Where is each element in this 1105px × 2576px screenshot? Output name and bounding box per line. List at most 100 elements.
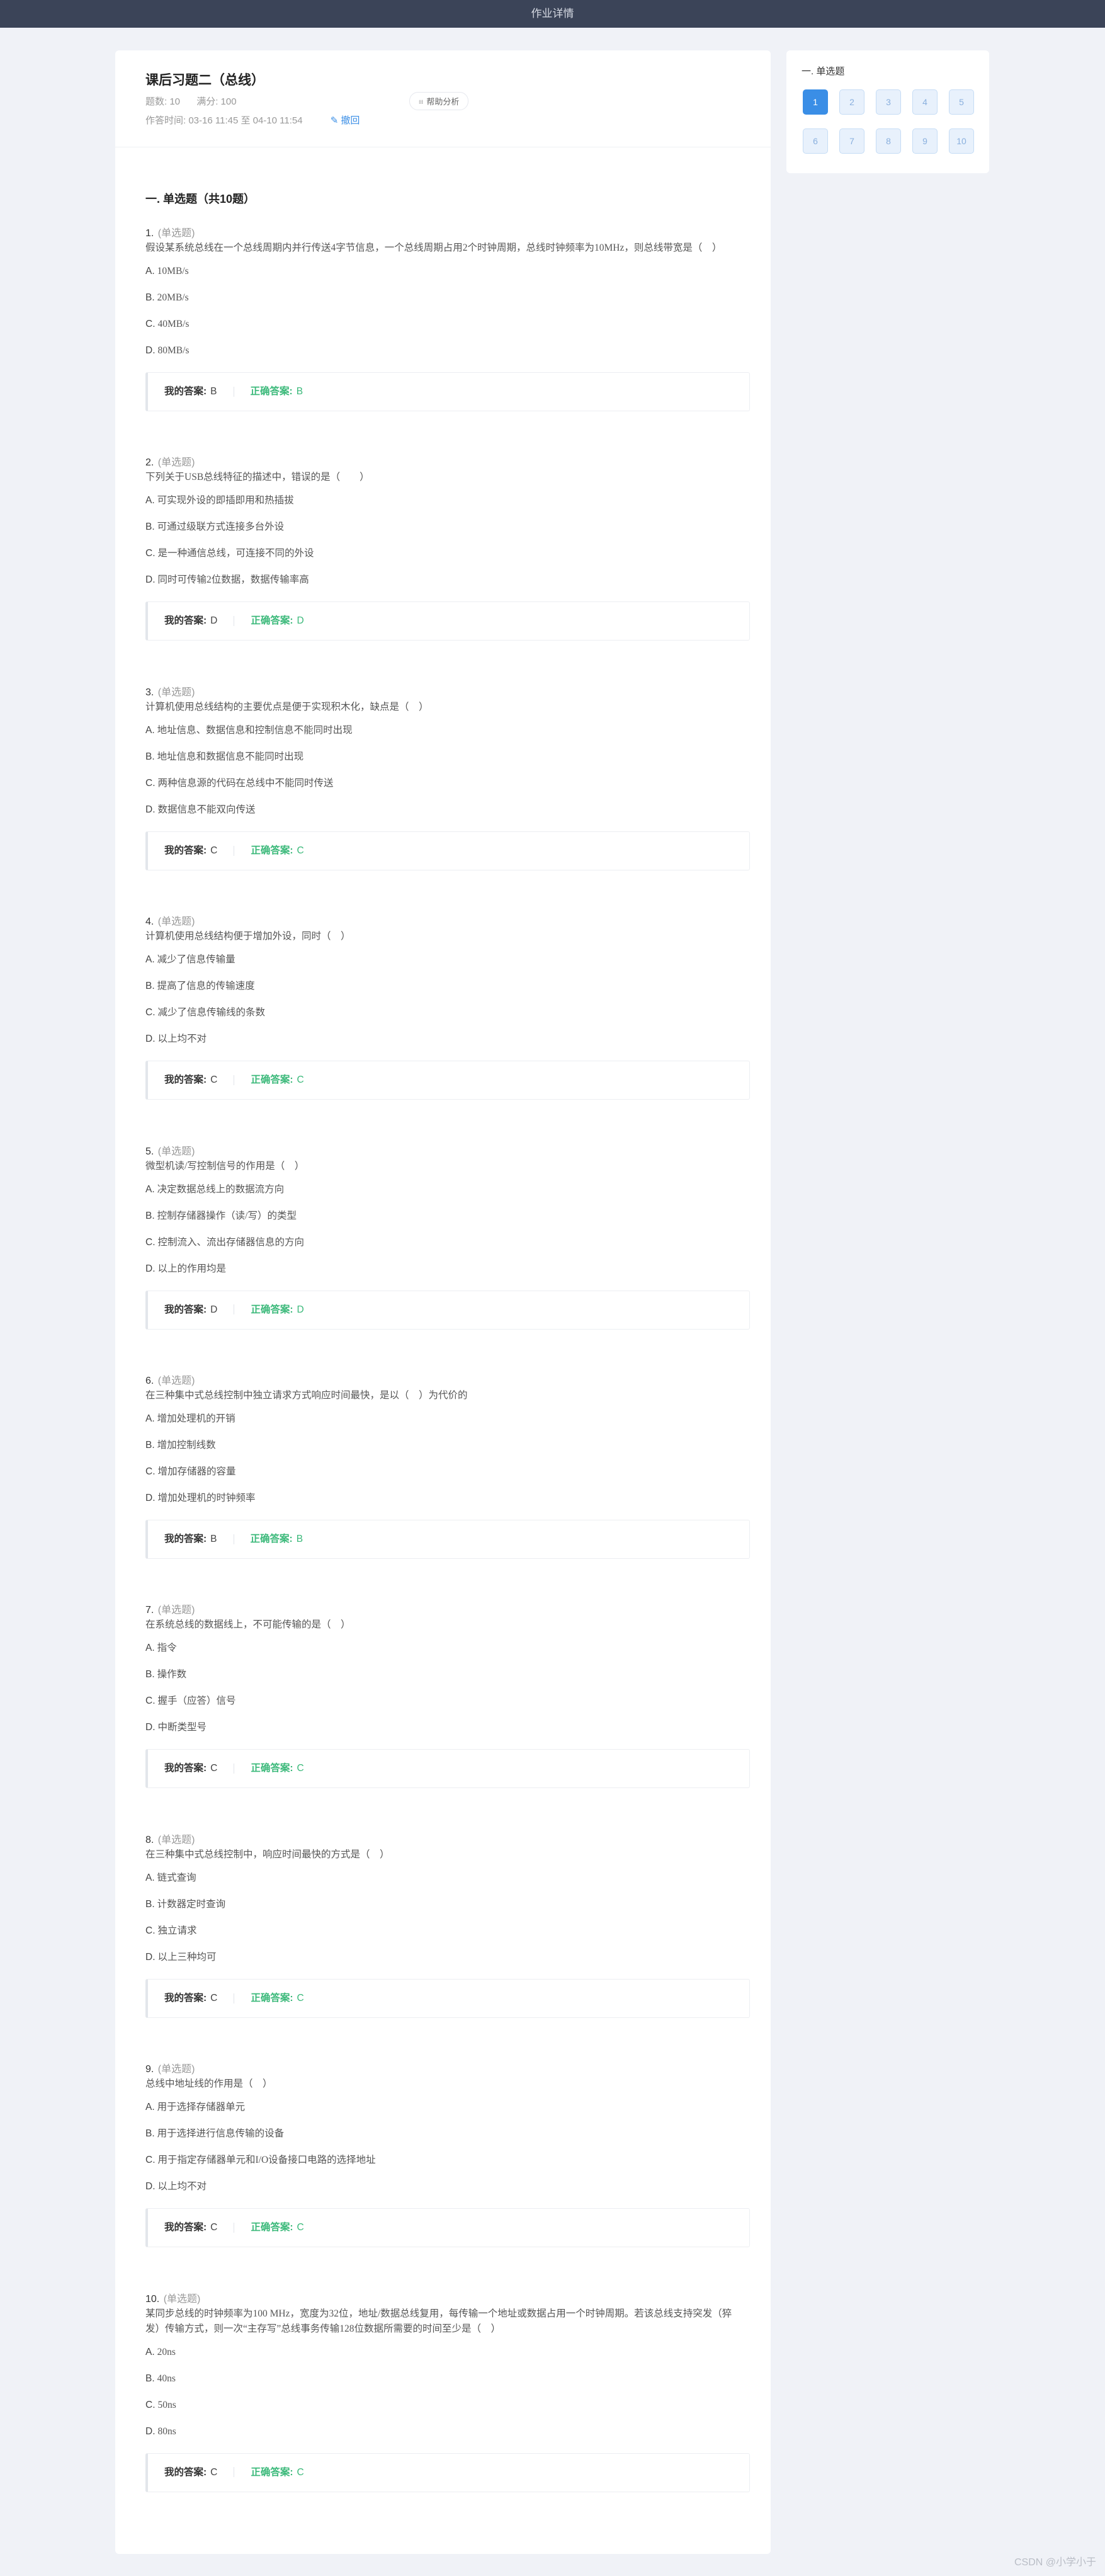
option-text: 增加处理机的时钟频率 xyxy=(157,1492,256,1503)
option-text: 减少了信息传输线的条数 xyxy=(157,1007,266,1018)
answer-box: 我的答案: C 正确答案: C xyxy=(145,1978,750,2018)
question-nav-button[interactable]: 6 xyxy=(803,128,828,154)
option-text: 独立请求 xyxy=(157,1925,197,1936)
option-list: A. 链式查询 B. 计数器定时查询 C. 独立请求 D. 以上三种均可 xyxy=(145,1871,745,1977)
question-type: (单选题) xyxy=(157,687,195,698)
question-item: 6. (单选题) 在三种集中式总线控制中独立请求方式响应时间最快，是以（ ）为代价… xyxy=(145,1374,750,1604)
question-head: 4. (单选题) xyxy=(145,915,745,929)
option-text: 40ns xyxy=(157,2373,176,2384)
question-type: (单选题) xyxy=(157,1146,195,1157)
question-nav-button[interactable]: 4 xyxy=(912,89,938,115)
question-nav-button[interactable]: 8 xyxy=(876,128,901,154)
correct-answer-value: B xyxy=(296,386,303,397)
correct-answer-label: 正确答案: xyxy=(251,615,293,627)
question-head: 2. (单选题) xyxy=(145,456,745,470)
question-head: 3. (单选题) xyxy=(145,686,745,700)
option-item: B. 增加控制线数 xyxy=(145,1439,745,1465)
option-item: A. 减少了信息传输量 xyxy=(145,953,745,979)
answer-box: 我的答案: C 正确答案: C xyxy=(145,1061,750,1100)
correct-answer-label: 正确答案: xyxy=(250,1533,293,1544)
section-title: 一. 单选题（共10题） xyxy=(145,193,256,205)
option-item: A. 可实现外设的即插即用和热插拔 xyxy=(145,494,745,520)
option-text: 用于指定存储器单元和I/O设备接口电路的选择地址 xyxy=(157,2155,376,2166)
answer-box: 我的答案: C 正确答案: C xyxy=(145,2453,750,2492)
question-number: 6. xyxy=(145,1375,154,1386)
option-list: A. 20ns B. 40ns C. 50ns D. 80ns xyxy=(145,2345,745,2451)
page-header-bar: 作业详情 xyxy=(0,0,1105,28)
option-text: 减少了信息传输量 xyxy=(157,954,235,966)
question-nav-button[interactable]: 5 xyxy=(949,89,974,115)
question-number: 2. xyxy=(145,457,154,469)
answer-box: 我的答案: D 正确答案: D xyxy=(145,1290,750,1330)
my-answer-value: C xyxy=(210,1763,218,1774)
option-letter: A. xyxy=(145,954,155,966)
question-type: (单选题) xyxy=(157,2064,195,2075)
my-answer-value: C xyxy=(210,2466,218,2478)
my-answer-value: C xyxy=(210,2222,218,2233)
option-text: 提高了信息的传输速度 xyxy=(157,981,255,992)
option-letter: C. xyxy=(145,1236,156,1248)
correct-answer-value: C xyxy=(297,845,304,856)
question-item: 1. (单选题) 假设某系统总线在一个总线周期内并行传送4字节信息，一个总线周期占… xyxy=(145,227,750,456)
answer-box: 我的答案: C 正确答案: C xyxy=(145,1749,750,1789)
option-letter: D. xyxy=(145,1263,156,1274)
my-answer-value: C xyxy=(210,1992,218,2003)
option-text: 40MB/s xyxy=(157,319,190,329)
option-item: C. 控制流入、流出存储器信息的方向 xyxy=(145,1236,745,1262)
my-answer-value: B xyxy=(210,386,217,397)
option-item: C. 用于指定存储器单元和I/O设备接口电路的选择地址 xyxy=(145,2153,745,2180)
answer-box: 我的答案: B 正确答案: B xyxy=(145,372,750,411)
option-text: 20ns xyxy=(157,2346,176,2357)
option-text: 握手（应答）信号 xyxy=(157,1695,236,1707)
my-answer-value: D xyxy=(210,615,218,627)
withdraw-button[interactable]: ✎ 撤回 xyxy=(331,115,360,127)
option-item: B. 可通过级联方式连接多台外设 xyxy=(145,520,745,547)
option-text: 计数器定时查询 xyxy=(157,1898,226,1910)
option-text: 操作数 xyxy=(157,1669,187,1680)
option-letter: B. xyxy=(145,1898,155,1910)
question-nav-button[interactable]: 1 xyxy=(803,89,828,115)
option-list: A. 指令 B. 操作数 C. 握手（应答）信号 D. 中断类型号 xyxy=(145,1641,745,1747)
my-answer-label: 我的答案: xyxy=(164,1533,207,1544)
option-text: 控制流入、流出存储器信息的方向 xyxy=(157,1236,305,1248)
option-letter: B. xyxy=(145,981,155,992)
option-letter: D. xyxy=(145,574,156,586)
option-item: B. 用于选择进行信息传输的设备 xyxy=(145,2127,745,2153)
question-nav-button[interactable]: 7 xyxy=(839,128,864,154)
help-analysis-button[interactable]: ⌗ 帮助分析 xyxy=(409,92,469,110)
option-item: D. 增加处理机的时钟频率 xyxy=(145,1491,745,1518)
question-head: 9. (单选题) xyxy=(145,2063,745,2077)
answer-sheet-title: 一. 单选题 xyxy=(802,66,845,77)
answer-time-row: 作答时间: 03-16 11:45 至 04-10 11:54 ✎ 撤回 xyxy=(145,115,740,127)
option-text: 决定数据总线上的数据流方向 xyxy=(157,1183,285,1195)
answer-time: 作答时间: 03-16 11:45 至 04-10 11:54 xyxy=(145,115,303,126)
my-answer-value: C xyxy=(210,845,218,856)
question-nav-button[interactable]: 10 xyxy=(949,128,974,154)
question-head: 7. (单选题) xyxy=(145,1604,745,1617)
option-letter: C. xyxy=(145,1925,156,1936)
correct-answer-label: 正确答案: xyxy=(250,386,293,397)
question-item: 4. (单选题) 计算机使用总线结构便于增加外设，同时（ ） A. 减少了信息传输量 B… xyxy=(145,915,750,1144)
my-answer-label: 我的答案: xyxy=(164,615,207,627)
option-text: 增加处理机的开销 xyxy=(157,1413,235,1424)
option-item: C. 独立请求 xyxy=(145,1924,745,1951)
option-text: 可通过级联方式连接多台外设 xyxy=(157,521,285,533)
option-list: A. 可实现外设的即插即用和热插拔 B. 可通过级联方式连接多台外设 C. 是一种通信总线… xyxy=(145,494,745,600)
option-text: 80ns xyxy=(157,2425,176,2437)
option-text: 可实现外设的即插即用和热插拔 xyxy=(157,495,294,506)
question-head: 6. (单选题) xyxy=(145,1374,745,1388)
option-item: C. 40MB/s xyxy=(145,317,745,344)
option-letter: A. xyxy=(145,2102,155,2113)
question-nav-button[interactable]: 2 xyxy=(839,89,864,115)
question-stem: 计算机使用总线结构便于增加外设，同时（ ） xyxy=(145,931,351,942)
option-letter: C. xyxy=(145,1007,156,1018)
question-nav-button[interactable]: 3 xyxy=(876,89,901,115)
option-item: D. 以上的作用均是 xyxy=(145,1262,745,1289)
my-answer-label: 我的答案: xyxy=(164,2222,207,2233)
my-answer-label: 我的答案: xyxy=(164,386,207,397)
option-item: B. 控制存储器操作（读/写）的类型 xyxy=(145,1209,745,1236)
question-head: 1. (单选题) xyxy=(145,227,745,241)
my-answer-value: D xyxy=(210,1304,218,1315)
option-item: D. 以上均不对 xyxy=(145,2180,745,2206)
question-nav-button[interactable]: 9 xyxy=(912,128,938,154)
